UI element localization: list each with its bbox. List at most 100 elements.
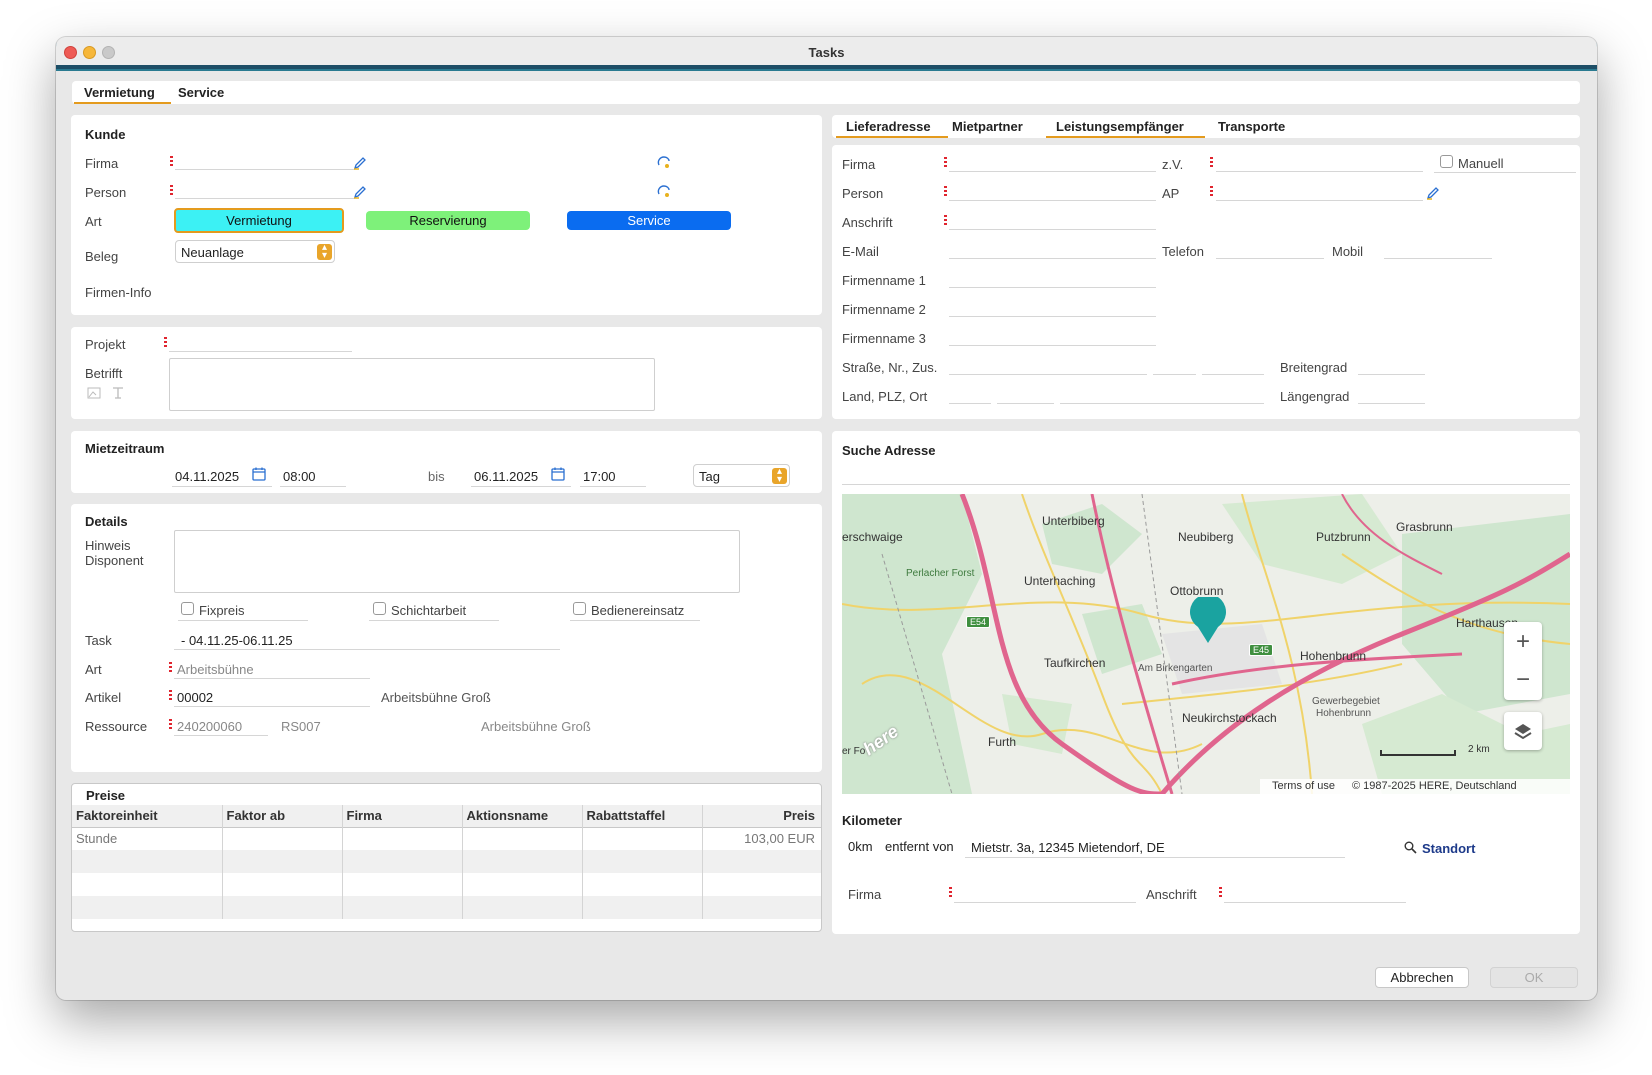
table-cell (582, 827, 703, 850)
bedienereinsatz-checkbox[interactable] (573, 602, 586, 615)
addr-person-input[interactable] (949, 200, 1156, 201)
firmenname1-input[interactable] (949, 287, 1156, 288)
ort-input[interactable] (1060, 403, 1264, 404)
art-reservierung-button[interactable]: Reservierung (366, 211, 530, 230)
column-header[interactable]: Faktor ab (222, 805, 343, 827)
plz-input[interactable] (997, 403, 1054, 404)
distance-from-address[interactable]: Mietstr. 3a, 12345 Mietendorf, DE (971, 840, 1165, 855)
table-cell (72, 896, 223, 919)
from-time-input[interactable]: 08:00 (283, 469, 316, 484)
from-time-underline (280, 486, 346, 487)
edit-pencil-icon[interactable] (1426, 185, 1441, 200)
to-date-input[interactable]: 06.11.2025 (474, 469, 538, 484)
land-input[interactable] (949, 403, 991, 404)
tab-lieferadresse[interactable]: Lieferadresse (846, 119, 931, 134)
column-header[interactable]: Aktionsname (462, 805, 583, 827)
art-detail-label: Art (85, 662, 102, 677)
column-header[interactable]: Firma (342, 805, 463, 827)
breitengrad-input[interactable] (1358, 374, 1425, 375)
table-cell (702, 896, 821, 919)
art-service-button[interactable]: Service (567, 211, 731, 230)
manuell-checkbox[interactable] (1440, 155, 1453, 168)
firma-input[interactable] (175, 169, 355, 170)
art-detail-value[interactable]: Arbeitsbühne (177, 662, 254, 677)
phone-icon[interactable] (656, 184, 671, 199)
table-cell (702, 850, 821, 873)
unit-select[interactable]: Tag ▴ ▾ (693, 464, 790, 487)
road-shield: E45 (1249, 644, 1274, 656)
telefon-input[interactable] (1216, 258, 1324, 259)
zusatz-input[interactable] (1202, 374, 1264, 375)
column-header[interactable]: Faktoreinheit (72, 805, 223, 827)
calendar-icon[interactable] (252, 467, 266, 481)
tab-leistungsempfaenger[interactable]: Leistungsempfänger (1056, 119, 1184, 134)
email-input[interactable] (949, 258, 1156, 259)
artikel-value[interactable]: 00002 (177, 690, 213, 705)
table-row[interactable] (72, 850, 821, 873)
edit-pencil-icon[interactable] (353, 184, 368, 199)
laengengrad-label: Längengrad (1280, 389, 1350, 404)
standort-button[interactable]: Standort (1422, 841, 1475, 856)
firmenname3-input[interactable] (949, 345, 1156, 346)
mobil-input[interactable] (1384, 258, 1492, 259)
to-time-input[interactable]: 17:00 (583, 469, 616, 484)
hinweis-textarea[interactable] (174, 530, 740, 593)
image-insert-icon[interactable] (87, 386, 101, 400)
strasse-input[interactable] (949, 374, 1147, 375)
tab-vermietung[interactable]: Vermietung (84, 85, 155, 100)
tab-service[interactable]: Service (178, 85, 224, 100)
hausnummer-input[interactable] (1153, 374, 1196, 375)
column-header[interactable]: Preis (702, 805, 821, 827)
betrifft-textarea[interactable] (169, 358, 655, 411)
ap-input[interactable] (1216, 200, 1423, 201)
km-anschrift-label: Anschrift (1146, 887, 1197, 902)
zoom-control: + − (1504, 622, 1542, 700)
text-format-icon[interactable] (111, 386, 125, 400)
table-row[interactable] (72, 896, 821, 919)
ressource-value[interactable]: 240200060 (177, 719, 242, 734)
calendar-icon[interactable] (551, 467, 565, 481)
tab-transporte[interactable]: Transporte (1218, 119, 1285, 134)
tab-mietpartner[interactable]: Mietpartner (952, 119, 1023, 134)
fixpreis-checkbox[interactable] (181, 602, 194, 615)
map-place-label: Ottobrunn (1170, 584, 1224, 598)
projekt-input[interactable] (169, 351, 352, 352)
cancel-button[interactable]: Abbrechen (1375, 967, 1469, 988)
table-row[interactable] (72, 873, 821, 896)
column-header[interactable]: Rabattstaffel (582, 805, 703, 827)
laengengrad-input[interactable] (1358, 403, 1425, 404)
map-view[interactable]: Unterbiberg Neubiberg Putzbrunn Grasbrun… (842, 494, 1570, 794)
firmenname2-input[interactable] (949, 316, 1156, 317)
person-input[interactable] (175, 198, 355, 199)
required-marker (170, 185, 173, 197)
map-place-label: Am Birkengarten (1138, 663, 1213, 674)
task-value[interactable]: - 04.11.25-06.11.25 (181, 633, 293, 648)
zoom-in-button[interactable]: + (1504, 624, 1542, 660)
table-cell (342, 873, 463, 896)
km-anschrift-input[interactable] (1224, 902, 1406, 903)
km-firma-input[interactable] (954, 902, 1136, 903)
firma-label: Firma (85, 156, 119, 171)
from-date-input[interactable]: 04.11.2025 (175, 469, 239, 484)
table-cell (582, 850, 703, 873)
ok-button[interactable]: OK (1490, 967, 1578, 988)
table-row[interactable]: Stunde 103,00 EUR (72, 827, 821, 850)
breitengrad-label: Breitengrad (1280, 360, 1348, 375)
location-pin-icon[interactable] (1188, 597, 1228, 645)
beleg-select[interactable]: Neuanlage ▴ ▾ (175, 240, 335, 263)
phone-icon[interactable] (656, 155, 671, 170)
search-address-input[interactable] (842, 484, 1570, 485)
schichtarbeit-checkbox[interactable] (373, 602, 386, 615)
edit-pencil-icon[interactable] (353, 155, 368, 170)
table-cell (462, 873, 583, 896)
required-marker (169, 690, 172, 702)
zoom-out-button[interactable]: − (1504, 662, 1542, 698)
details-heading: Details (85, 514, 128, 529)
map-layers-button[interactable] (1504, 712, 1542, 750)
hinweis-label: Hinweis (85, 538, 131, 553)
terms-of-use-link[interactable]: Terms of use (1272, 780, 1335, 792)
anschrift-input[interactable] (949, 229, 1156, 230)
art-vermietung-button[interactable]: Vermietung (174, 208, 344, 233)
zv-input[interactable] (1216, 171, 1423, 172)
addr-firma-input[interactable] (949, 171, 1156, 172)
